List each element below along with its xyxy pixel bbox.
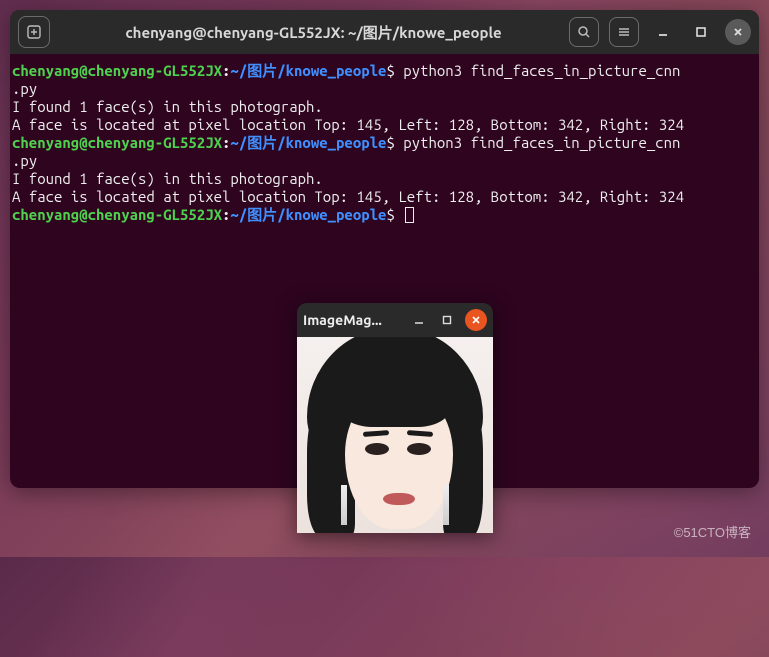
portrait-eye <box>365 443 389 455</box>
terminal-title: chenyang@chenyang-GL552JX: ~/图片/knowe_pe… <box>62 22 565 43</box>
minimize-icon <box>656 25 670 39</box>
command-text: python3 find_faces_in_picture_cnn <box>395 62 681 79</box>
search-icon <box>577 25 591 39</box>
output-line: I found 1 face(s) in this photograph. <box>12 98 759 116</box>
new-tab-icon <box>27 25 41 39</box>
prompt-path: ~/图片/knowe_people <box>230 206 386 223</box>
output-line: A face is located at pixel location Top:… <box>12 116 759 134</box>
watermark: ©51CTO博客 <box>674 522 751 541</box>
image-maximize-button[interactable] <box>437 310 457 330</box>
prompt-user: chenyang@chenyang-GL552JX <box>12 62 222 79</box>
image-content[interactable] <box>297 337 493 533</box>
minimize-icon <box>413 314 425 326</box>
menu-button[interactable] <box>609 17 639 47</box>
image-minimize-button[interactable] <box>409 310 429 330</box>
minimize-button[interactable] <box>649 18 677 46</box>
portrait-earring <box>341 485 347 525</box>
menu-icon <box>617 25 631 39</box>
prompt-user: chenyang@chenyang-GL552JX <box>12 206 222 223</box>
prompt-line: chenyang@chenyang-GL552JX:~/图片/knowe_peo… <box>12 134 759 152</box>
maximize-button[interactable] <box>687 18 715 46</box>
image-window-title: ImageMag... <box>303 312 401 328</box>
prompt-line: chenyang@chenyang-GL552JX:~/图片/knowe_peo… <box>12 62 759 80</box>
image-close-button[interactable] <box>465 309 487 331</box>
output-line: A face is located at pixel location Top:… <box>12 188 759 206</box>
imagemagick-window: ImageMag... <box>297 303 493 533</box>
prompt-line: chenyang@chenyang-GL552JX:~/图片/knowe_peo… <box>12 206 759 224</box>
maximize-icon <box>694 25 708 39</box>
prompt-path: ~/图片/knowe_people <box>230 134 386 151</box>
prompt-symbol: $ <box>386 134 394 151</box>
prompt-path: ~/图片/knowe_people <box>230 62 386 79</box>
portrait-earring <box>443 485 449 525</box>
command-wrap: .py <box>12 152 759 170</box>
prompt-symbol: $ <box>386 62 394 79</box>
prompt-symbol: $ <box>386 206 394 223</box>
close-button[interactable] <box>725 19 751 45</box>
portrait-lips <box>383 493 415 505</box>
output-line: I found 1 face(s) in this photograph. <box>12 170 759 188</box>
cursor <box>405 207 414 223</box>
new-tab-button[interactable] <box>18 16 50 48</box>
prompt-user: chenyang@chenyang-GL552JX <box>12 134 222 151</box>
close-icon <box>732 26 744 38</box>
terminal-titlebar[interactable]: chenyang@chenyang-GL552JX: ~/图片/knowe_pe… <box>10 10 759 54</box>
portrait-eye <box>407 443 431 455</box>
search-button[interactable] <box>569 17 599 47</box>
maximize-icon <box>441 314 453 326</box>
terminal-body[interactable]: chenyang@chenyang-GL552JX:~/图片/knowe_peo… <box>10 54 759 224</box>
image-titlebar[interactable]: ImageMag... <box>297 303 493 337</box>
command-wrap: .py <box>12 80 759 98</box>
command-text: python3 find_faces_in_picture_cnn <box>395 134 681 151</box>
close-icon <box>471 315 481 325</box>
